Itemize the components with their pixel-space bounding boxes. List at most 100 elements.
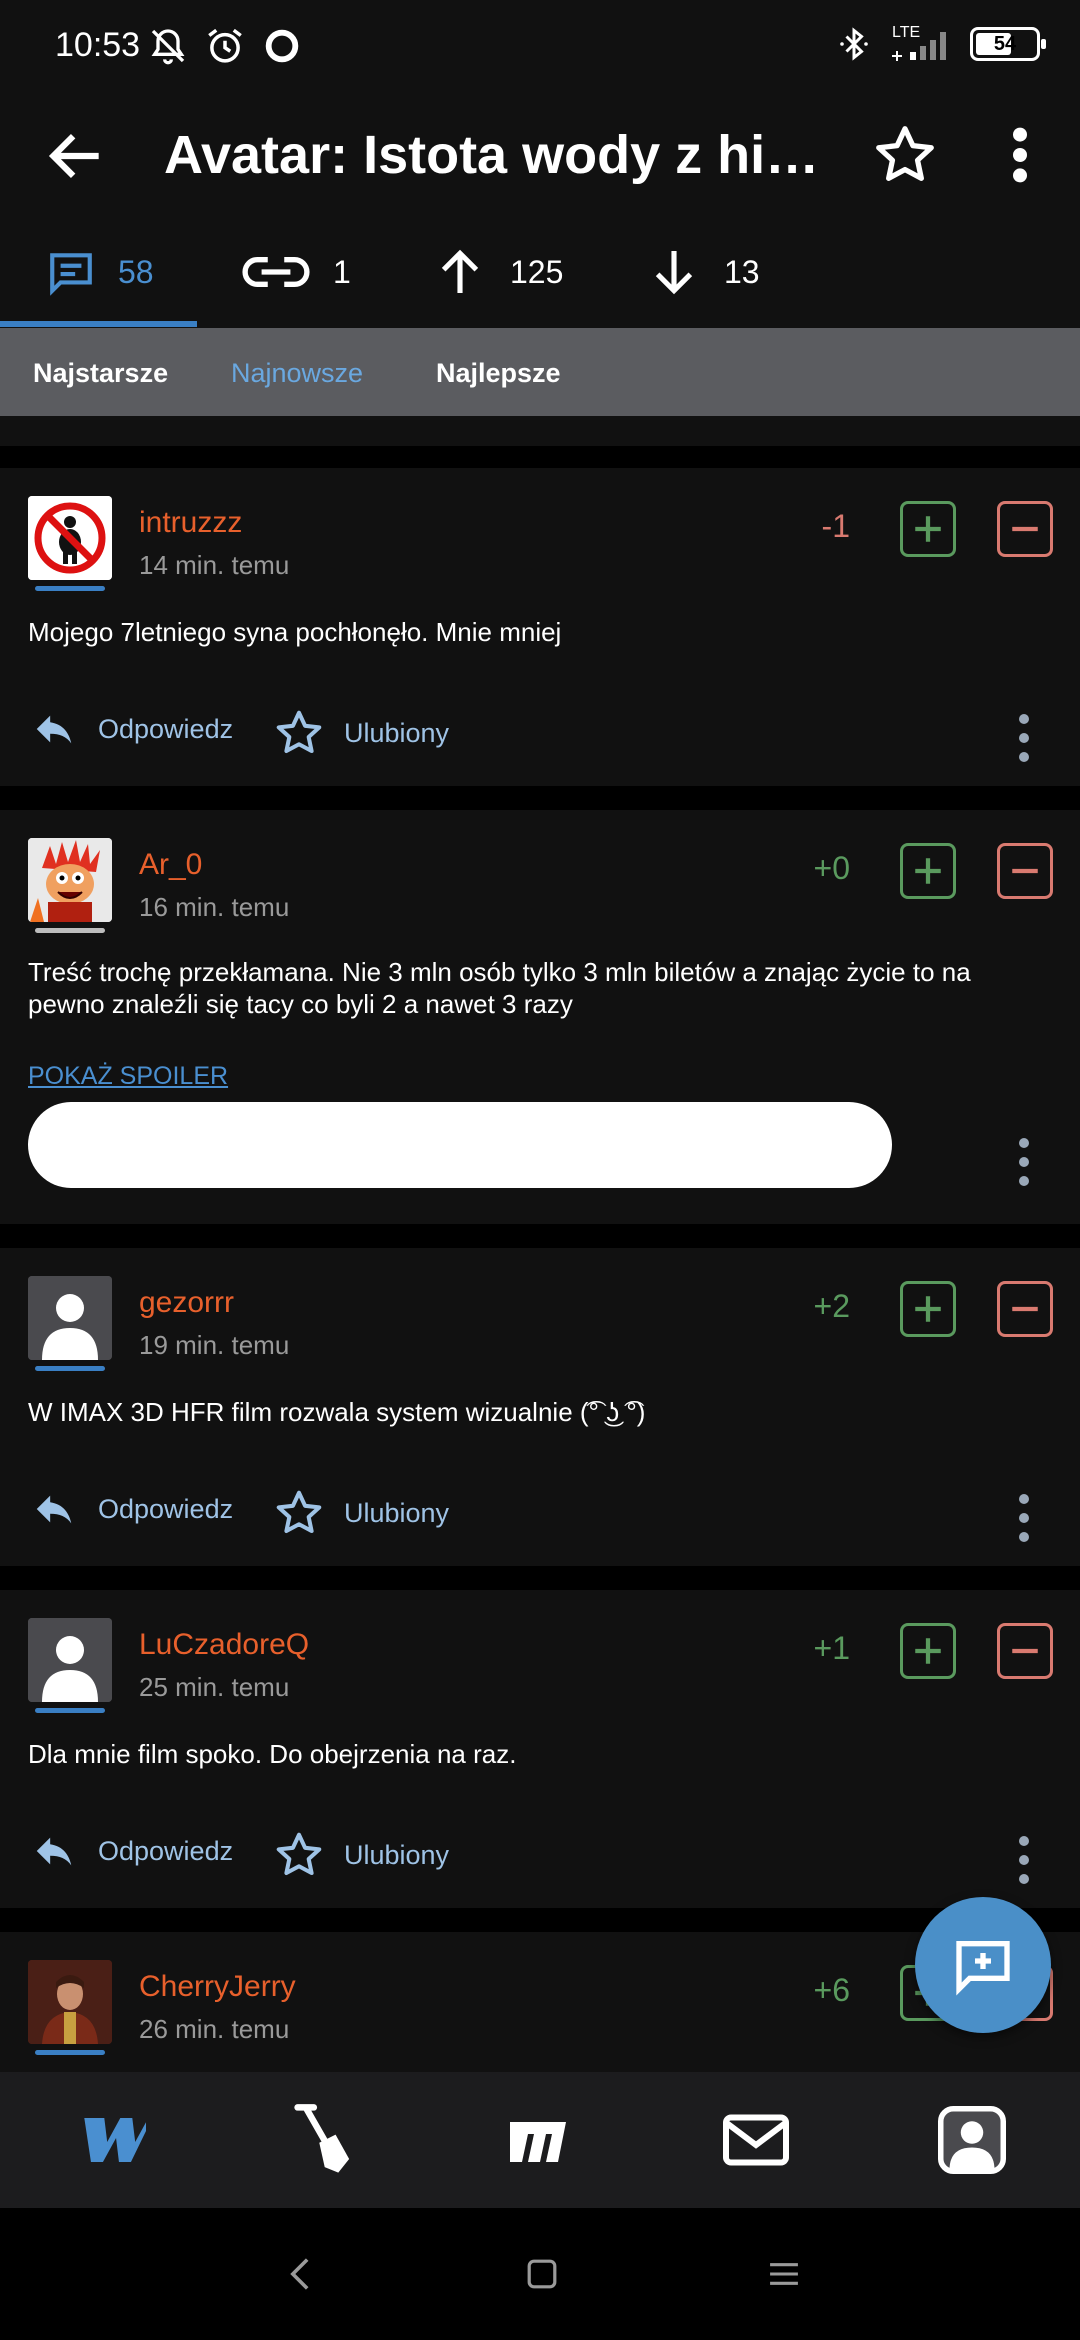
reply-button[interactable]: Odpowiedz	[28, 1486, 233, 1532]
sort-best[interactable]: Najlepsze	[436, 358, 561, 389]
nav-microblog[interactable]	[500, 2100, 580, 2180]
sort-bar: Najstarsze Najnowsze Najlepsze	[0, 328, 1080, 416]
comment-more-button[interactable]	[1008, 708, 1040, 768]
tab-upvotes[interactable]: 125	[432, 244, 563, 300]
home-icon	[527, 2259, 557, 2289]
redaction-bar	[28, 1102, 892, 1188]
more-options-button[interactable]	[995, 120, 1045, 190]
favorite-button[interactable]	[870, 120, 940, 190]
avatar[interactable]	[28, 838, 112, 922]
active-tab-indicator	[0, 321, 197, 327]
comment-time: 19 min. temu	[139, 1330, 290, 1360]
nav-digging[interactable]	[282, 2100, 362, 2180]
nav-home[interactable]	[68, 2100, 148, 2180]
tab-comments[interactable]: 58	[46, 244, 154, 300]
plus-icon	[915, 516, 941, 542]
bluetooth-icon	[840, 27, 868, 61]
favorite-comment-button[interactable]: Ulubiony	[272, 1486, 449, 1540]
comment-card: intruzzz 14 min. temu -1 Mojego 7letnieg…	[0, 468, 1080, 786]
comment-text: Dla mnie film spoko. Do obejrzenia na ra…	[28, 1739, 517, 1769]
system-navigation	[0, 2208, 1080, 2340]
upvote-button[interactable]	[900, 1623, 956, 1679]
tab-links[interactable]: 1	[241, 244, 351, 300]
signal-icon: LTE	[888, 22, 954, 66]
downvote-button[interactable]	[997, 843, 1053, 899]
downvote-button[interactable]	[997, 501, 1053, 557]
mikroblog-icon	[510, 2122, 566, 2162]
star-outline-icon	[876, 126, 934, 181]
comment-score: +1	[813, 1630, 850, 1666]
comment-score: +6	[813, 1972, 850, 2008]
comment-text: Treść trochę przekłamana. Nie 3 mln osób…	[28, 957, 971, 1019]
favorite-label: Ulubiony	[344, 1497, 450, 1528]
avatar-underline	[35, 928, 105, 933]
comment-card: Ar_0 16 min. temu +0 Treść trochę przekł…	[0, 810, 1080, 1224]
minus-icon	[1012, 1648, 1038, 1654]
avatar-underline	[35, 2050, 105, 2055]
recents-icon	[770, 2263, 798, 2285]
avatar[interactable]	[28, 1960, 112, 2044]
add-comment-fab[interactable]	[915, 1897, 1051, 2033]
reply-icon	[36, 1495, 72, 1524]
avatar[interactable]	[28, 496, 112, 580]
shovel-icon	[294, 2104, 350, 2173]
status-time: 10:53	[55, 26, 141, 64]
upvote-button[interactable]	[900, 501, 956, 557]
comment-score: +2	[813, 1288, 850, 1324]
comment-username[interactable]: intruzzz	[139, 506, 242, 540]
comment-username[interactable]: gezorrr	[139, 1286, 234, 1320]
record-icon	[265, 29, 299, 63]
star-outline-icon	[276, 710, 322, 754]
reply-label: Odpowiedz	[98, 1835, 234, 1866]
minus-icon	[1012, 526, 1038, 532]
favorite-comment-button[interactable]: Ulubiony	[272, 706, 449, 760]
arrow-left-icon	[48, 133, 99, 179]
system-recents-button[interactable]	[762, 2252, 806, 2296]
star-outline-icon	[276, 1490, 322, 1534]
downvote-button[interactable]	[997, 1281, 1053, 1337]
no-entry-person-avatar-icon	[28, 496, 112, 580]
add-comment-icon	[956, 1941, 1010, 1996]
favorite-label: Ulubiony	[344, 1839, 450, 1870]
system-back-button[interactable]	[278, 2252, 322, 2296]
comment-more-button[interactable]	[1008, 1132, 1040, 1192]
comment-card: gezorrr 19 min. temu +2 W IMAX 3D HFR fi…	[0, 1248, 1080, 1566]
comment-more-button[interactable]	[1008, 1488, 1040, 1548]
portrait-avatar-icon	[28, 1960, 112, 2044]
comment-time: 14 min. temu	[139, 550, 290, 580]
muppet-avatar-icon	[28, 838, 112, 922]
bell-off-icon	[151, 29, 185, 65]
upvote-button[interactable]	[900, 843, 956, 899]
nav-profile[interactable]	[932, 2100, 1012, 2180]
comments-feed[interactable]: intruzzz 14 min. temu -1 Mojego 7letnieg…	[0, 416, 1080, 2072]
comment-username[interactable]: Ar_0	[139, 848, 202, 882]
app-bar: Avatar: Istota wody z hist...	[0, 96, 1080, 216]
comment-username[interactable]: CherryJerry	[139, 1970, 296, 2004]
nav-messages[interactable]	[716, 2100, 796, 2180]
avatar-underline	[35, 1366, 105, 1371]
downvote-button[interactable]	[997, 1623, 1053, 1679]
sort-newest[interactable]: Najnowsze	[231, 358, 363, 389]
status-bar: 10:53 LTE 54	[0, 0, 1080, 96]
system-home-button[interactable]	[520, 2252, 564, 2296]
comment-username[interactable]: LuCzadoreQ	[139, 1628, 309, 1662]
plus-icon	[915, 858, 941, 884]
sort-oldest[interactable]: Najstarsze	[33, 358, 168, 389]
reply-label: Odpowiedz	[98, 1493, 234, 1524]
reply-button[interactable]: Odpowiedz	[28, 1828, 233, 1874]
bottom-navigation	[0, 2072, 1080, 2208]
wykop-logo-icon	[84, 2118, 146, 2162]
tab-downvotes[interactable]: 13	[646, 244, 760, 300]
alarm-icon	[208, 28, 242, 63]
comments-count: 58	[118, 253, 154, 290]
avatar[interactable]	[28, 1618, 112, 1702]
avatar-underline	[35, 1708, 105, 1713]
page-title: Avatar: Istota wody z hist...	[164, 125, 834, 185]
upvote-button[interactable]	[900, 1281, 956, 1337]
favorite-comment-button[interactable]: Ulubiony	[272, 1828, 449, 1882]
comment-more-button[interactable]	[1008, 1830, 1040, 1890]
show-spoiler-link[interactable]: POKAŻ SPOILER	[28, 1062, 228, 1091]
reply-button[interactable]: Odpowiedz	[28, 706, 233, 752]
back-button[interactable]	[42, 122, 110, 190]
avatar[interactable]	[28, 1276, 112, 1360]
